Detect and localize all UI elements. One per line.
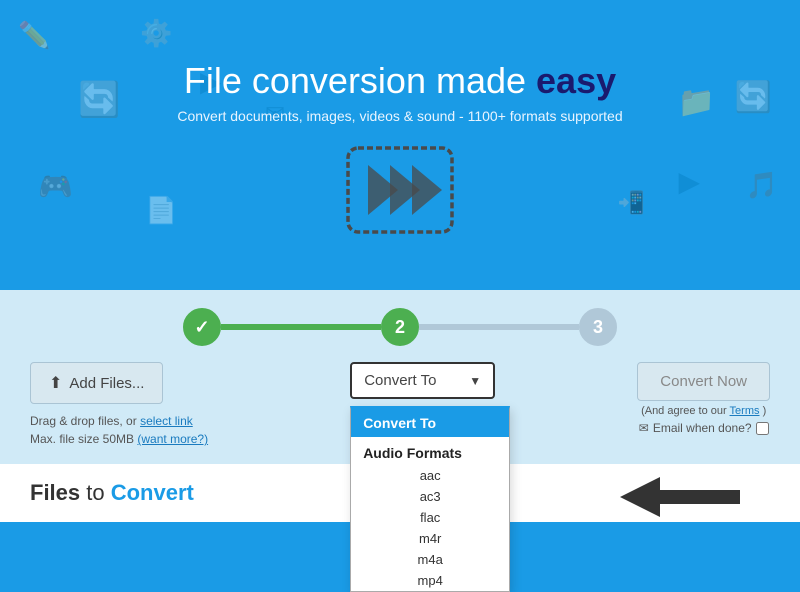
convert-now-button[interactable]: Convert Now: [637, 362, 770, 401]
files-label-to: to: [86, 480, 110, 505]
terms-link[interactable]: Terms: [730, 405, 760, 417]
files-label-convert: Convert: [111, 480, 194, 505]
step-2-circle: 2: [381, 308, 419, 346]
add-files-label: Add Files...: [69, 375, 144, 392]
terms-text: (And agree to our Terms ): [641, 405, 766, 417]
select-link[interactable]: select link: [140, 414, 193, 428]
format-option-m4a[interactable]: m4a: [351, 549, 509, 570]
terms-close: ): [763, 405, 767, 417]
convert-to-label: Convert To: [364, 372, 436, 389]
drag-drop-text: Drag & drop files, or select link Max. f…: [30, 412, 208, 448]
chevron-down-icon: ▼: [469, 374, 481, 388]
format-option-m4r[interactable]: m4r: [351, 528, 509, 549]
hero-title-start: File: [184, 60, 252, 101]
email-when-done-row: ✉ Email when done?: [639, 421, 769, 435]
format-option-mp4[interactable]: mp4: [351, 570, 509, 591]
hero-title: File conversion made easy: [184, 60, 616, 102]
step-1-circle: ✓: [183, 308, 221, 346]
play-circle-icon: ▶: [678, 165, 700, 198]
settings-icon: ⚙️: [140, 18, 172, 49]
drag-text-2: Max. file size 50MB: [30, 432, 134, 446]
email-when-done-checkbox[interactable]: [756, 422, 769, 435]
dropdown-header: Convert To: [351, 409, 509, 437]
document-icon: 📄: [145, 195, 177, 226]
terms-prefix: (And agree to our: [641, 405, 727, 417]
format-option-flac[interactable]: flac: [351, 507, 509, 528]
gamepad-icon: 🎮: [38, 170, 73, 203]
music-icon: 🎵: [746, 170, 778, 201]
hero-title-middle: made: [426, 60, 536, 101]
files-to-convert-title: Files to Convert: [30, 480, 194, 506]
format-option-aac[interactable]: aac: [351, 465, 509, 486]
controls-row: ⬆ Add Files... Drag & drop files, or sel…: [30, 362, 770, 448]
right-controls: Convert Now (And agree to our Terms ) ✉ …: [637, 362, 770, 435]
left-arrow-icon: [620, 472, 740, 522]
hero-subtitle: Convert documents, images, videos & soun…: [177, 108, 622, 124]
dropdown-category: Audio Formats: [351, 437, 509, 465]
arrow-container: [620, 472, 740, 527]
hero-title-conversion: conversion: [252, 60, 426, 101]
drag-text-1: Drag & drop files, or: [30, 414, 137, 428]
add-files-button[interactable]: ⬆ Add Files...: [30, 362, 163, 404]
upload-icon: ⬆: [49, 373, 62, 393]
app-logo: [340, 140, 460, 240]
step-3-circle: 3: [579, 308, 617, 346]
convert-to-area: Convert To ▼ Convert To Audio Formats aa…: [350, 362, 495, 399]
action-bar: ✓ 2 3 ⬆ Add Files... Drag & drop files, …: [0, 290, 800, 464]
convert-to-select[interactable]: Convert To ▼: [350, 362, 495, 399]
pencil-icon: ✏️: [18, 20, 50, 51]
step-line-2: [419, 324, 579, 330]
refresh2-icon: 🔄: [735, 80, 772, 115]
step-line-1: [221, 324, 381, 330]
format-option-ac3[interactable]: ac3: [351, 486, 509, 507]
left-controls: ⬆ Add Files... Drag & drop files, or sel…: [30, 362, 208, 448]
format-dropdown-panel: Convert To Audio Formats aac ac3 flac m4…: [350, 406, 510, 592]
transfer-icon: 📲: [618, 190, 645, 216]
refresh-icon: 🔄: [78, 80, 120, 120]
email-label: Email when done?: [653, 421, 752, 435]
hero-section: ✏️ 🔄 ⚙️ ▶ ✉ 🎮 📄 📁 🔄 🎵 ▶ 📲 File conversio…: [0, 0, 800, 290]
folder-icon: 📁: [678, 85, 715, 120]
files-label-prefix: Files: [30, 480, 80, 505]
steps-row: ✓ 2 3: [30, 308, 770, 346]
want-more-link[interactable]: (want more?): [137, 432, 208, 446]
email-checkbox-icon: ✉: [639, 421, 649, 435]
hero-title-easy: easy: [536, 60, 616, 101]
